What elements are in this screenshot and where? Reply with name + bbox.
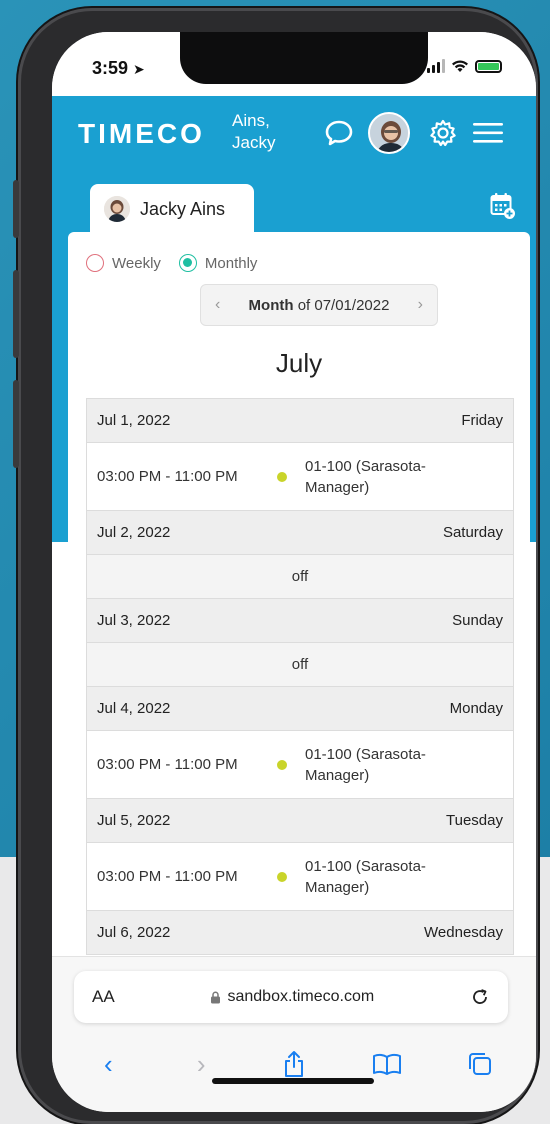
shift-location-line1: 01-100 (Sarasota- bbox=[305, 745, 426, 763]
shift-status-dot bbox=[277, 471, 287, 482]
chat-icon[interactable] bbox=[324, 118, 354, 148]
radio-weekly-label: Weekly bbox=[112, 254, 161, 272]
phone-screen: 3:59 ➤ TIMECO Ains, Jacky Jacky Ains Wee… bbox=[52, 32, 536, 1112]
battery-icon bbox=[475, 60, 502, 73]
header-user-last: Ains, bbox=[232, 111, 270, 130]
back-chevron-icon[interactable]: ‹ bbox=[88, 1049, 128, 1079]
shift-location: 01-100 (Sarasota- Manager) bbox=[305, 744, 455, 786]
notch bbox=[180, 32, 428, 84]
shift-row[interactable]: 03:00 PM - 11:00 PM 01-100 (Sarasota- Ma… bbox=[87, 443, 513, 511]
text-size-button[interactable]: AA bbox=[92, 987, 115, 1007]
radio-weekly[interactable]: Weekly bbox=[86, 254, 161, 272]
status-time: 3:59 ➤ bbox=[92, 58, 145, 78]
day-date: Jul 4, 2022 bbox=[97, 700, 171, 717]
shift-row[interactable]: 03:00 PM - 11:00 PM 01-100 (Sarasota- Ma… bbox=[87, 731, 513, 799]
wifi-icon bbox=[452, 60, 468, 72]
radio-monthly[interactable]: Monthly bbox=[178, 254, 258, 272]
volume-up-button bbox=[13, 270, 19, 358]
shift-location-line2: Manager) bbox=[305, 766, 370, 784]
reload-icon[interactable] bbox=[470, 987, 490, 1007]
month-title: July bbox=[275, 348, 323, 378]
url-display[interactable]: sandbox.timeco.com bbox=[210, 988, 374, 1006]
home-indicator bbox=[212, 1078, 374, 1084]
lock-icon bbox=[211, 991, 221, 1003]
day-date: Jul 1, 2022 bbox=[97, 412, 171, 429]
calendar-add-icon[interactable] bbox=[490, 192, 516, 225]
shift-location-line1: 01-100 (Sarasota- bbox=[305, 457, 426, 475]
bookmarks-icon[interactable] bbox=[367, 1049, 407, 1079]
radio-monthly-circle[interactable] bbox=[178, 254, 197, 272]
shift-location-line2: Manager) bbox=[305, 878, 370, 896]
month-nav-bold: Month bbox=[248, 296, 294, 314]
day-weekday: Monday bbox=[449, 700, 503, 717]
chevron-right-icon[interactable]: › bbox=[418, 296, 423, 314]
volume-down-button bbox=[13, 380, 19, 468]
day-weekday: Tuesday bbox=[446, 812, 503, 829]
day-header: Jul 5, 2022 Tuesday bbox=[87, 799, 513, 843]
avatar-photo bbox=[370, 114, 408, 152]
day-header: Jul 2, 2022 Saturday bbox=[87, 511, 513, 555]
tabs-icon[interactable] bbox=[460, 1049, 500, 1079]
forward-chevron-icon[interactable]: › bbox=[181, 1049, 221, 1079]
day-header: Jul 4, 2022 Monday bbox=[87, 687, 513, 731]
header-user-name: Ains, Jacky bbox=[232, 110, 275, 154]
day-header: Jul 3, 2022 Sunday bbox=[87, 599, 513, 643]
off-row: off bbox=[87, 555, 513, 599]
employee-name: Jacky Ains bbox=[140, 198, 226, 219]
month-nav-label: Month of 07/01/2022 bbox=[249, 297, 390, 314]
shift-status-dot bbox=[277, 871, 287, 882]
shift-location: 01-100 (Sarasota- Manager) bbox=[305, 856, 455, 898]
day-date: Jul 3, 2022 bbox=[97, 612, 171, 629]
shift-location-line2: Manager) bbox=[305, 478, 370, 496]
app-header: TIMECO Ains, Jacky bbox=[52, 96, 536, 172]
month-navigator: ‹ Month of 07/01/2022 › bbox=[200, 284, 438, 326]
shift-time: 03:00 PM - 11:00 PM bbox=[97, 756, 238, 773]
day-date: Jul 5, 2022 bbox=[97, 812, 171, 829]
location-arrow-icon: ➤ bbox=[133, 61, 145, 77]
user-avatar[interactable] bbox=[368, 112, 410, 154]
day-weekday: Sunday bbox=[452, 612, 503, 629]
url-text: sandbox.timeco.com bbox=[227, 988, 375, 1005]
day-weekday: Friday bbox=[461, 412, 503, 429]
off-row: off bbox=[87, 643, 513, 687]
shift-status-dot bbox=[277, 759, 287, 770]
safari-toolbar: ‹ › bbox=[52, 1049, 536, 1079]
day-weekday: Saturday bbox=[442, 524, 503, 541]
radio-monthly-label: Monthly bbox=[204, 254, 258, 272]
day-header: Jul 6, 2022 Wednesday bbox=[87, 911, 513, 955]
share-icon[interactable] bbox=[274, 1049, 314, 1079]
day-date: Jul 2, 2022 bbox=[97, 524, 171, 541]
day-date: Jul 6, 2022 bbox=[97, 924, 171, 941]
status-bar: 3:59 ➤ bbox=[52, 32, 536, 96]
employee-avatar bbox=[104, 196, 130, 222]
gear-icon[interactable] bbox=[428, 118, 458, 148]
shift-location: 01-100 (Sarasota- Manager) bbox=[305, 456, 455, 498]
mute-switch bbox=[13, 180, 19, 238]
schedule-card: Weekly Monthly ‹ Month of 07/01/2022 › J… bbox=[68, 232, 530, 1012]
view-toggle: Weekly Monthly bbox=[86, 254, 257, 272]
shift-time: 03:00 PM - 11:00 PM bbox=[97, 868, 238, 885]
chevron-left-icon[interactable]: ‹ bbox=[215, 296, 220, 314]
shift-location-line1: 01-100 (Sarasota- bbox=[305, 857, 426, 875]
hamburger-menu-icon[interactable] bbox=[472, 120, 504, 146]
day-weekday: Wednesday bbox=[424, 924, 503, 941]
safari-bottom-bar: AA sandbox.timeco.com ‹ › bbox=[52, 956, 536, 1112]
shift-time: 03:00 PM - 11:00 PM bbox=[97, 468, 238, 485]
shift-row[interactable]: 03:00 PM - 11:00 PM 01-100 (Sarasota- Ma… bbox=[87, 843, 513, 911]
schedule-list: Jul 1, 2022 Friday 03:00 PM - 11:00 PM 0… bbox=[86, 398, 514, 955]
timeco-logo[interactable]: TIMECO bbox=[78, 118, 205, 150]
signal-icon bbox=[427, 59, 445, 73]
employee-tab[interactable]: Jacky Ains bbox=[90, 184, 254, 234]
status-icons bbox=[427, 59, 502, 73]
header-user-first: Jacky bbox=[232, 133, 276, 152]
radio-weekly-circle[interactable] bbox=[86, 254, 104, 272]
day-header: Jul 1, 2022 Friday bbox=[87, 399, 513, 443]
address-bar[interactable]: AA sandbox.timeco.com bbox=[74, 971, 508, 1023]
month-nav-date: of 07/01/2022 bbox=[297, 296, 390, 314]
